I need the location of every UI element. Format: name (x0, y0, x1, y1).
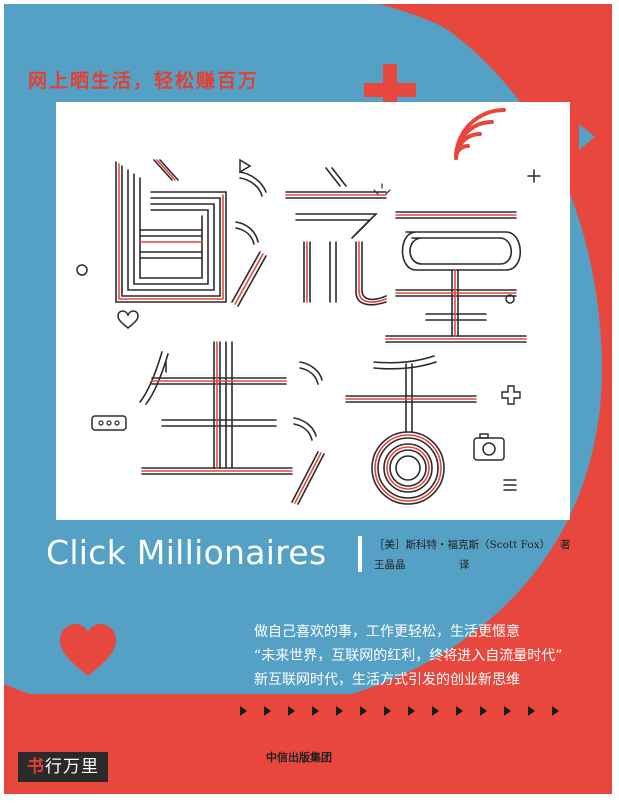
chinese-title-artwork (76, 108, 541, 505)
english-title: Click Millionaires (46, 533, 327, 572)
translator-role: 译 (459, 559, 470, 571)
author-line: ［美］斯科特・福克斯（Scott Fox） (374, 539, 551, 551)
title-char-liang (385, 211, 527, 343)
translator-name: 王晶晶 (374, 559, 406, 571)
plus-small-icon (527, 169, 541, 183)
blurb-line: “未来世界，互联网的红利，终将进入自流量时代” (254, 648, 563, 664)
watermark-rest: 行万里 (45, 757, 99, 777)
wifi-signal-icon (454, 108, 506, 160)
title-char-sheng (139, 341, 293, 475)
title-char-liu (231, 167, 387, 307)
dots-ellipsis-icon (91, 415, 127, 431)
blurb: 做自己喜欢的事，工作更轻松，生活更惬意 “未来世界，互联网的红利，终将进入自流量… (254, 620, 563, 692)
ring-icon (76, 264, 88, 276)
watermark-first-char: 书 (27, 757, 45, 777)
play-triangle-icon (239, 158, 252, 174)
plus-outline-icon (501, 385, 521, 405)
title-char-zi (115, 159, 227, 303)
title-art-panel (56, 102, 570, 520)
book-cover: 网上晒生活，轻松赚百万 Click Millionaires ［美］斯科特・福克… (4, 4, 612, 794)
author-role: 著 (560, 539, 571, 551)
publisher: 中信出版集团 (266, 751, 332, 764)
blurb-line: 新互联网时代，生活方式引发的创业新思维 (254, 672, 520, 688)
heart-outline-icon (117, 310, 139, 329)
tagline: 网上晒生活，轻松赚百万 (28, 70, 260, 92)
blurb-line: 做自己喜欢的事，工作更轻松，生活更惬意 (254, 624, 520, 640)
title-divider-bar (358, 536, 362, 572)
title-char-huo (291, 355, 477, 505)
menu-lines-icon (503, 479, 517, 491)
watermark-logo: 书行万里 (18, 752, 108, 782)
camera-icon (473, 433, 505, 461)
